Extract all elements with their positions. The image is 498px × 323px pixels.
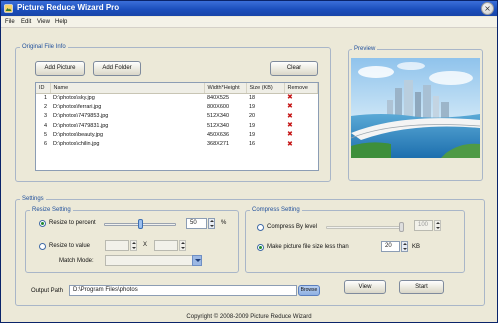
col-size[interactable]: Size (KB) [246, 83, 285, 94]
remove-x-icon[interactable]: ✖ [287, 130, 293, 138]
row-name: D:\photos\sky.jpg [53, 94, 95, 101]
row-size: 16 [249, 141, 256, 148]
remove-x-icon[interactable]: ✖ [287, 93, 293, 101]
width-input[interactable] [105, 240, 129, 251]
resize-value-label: Resize to value [49, 243, 91, 249]
table-row[interactable]: 6 D:\photos\chilin.jpg 368X271 16 ✖ [36, 139, 318, 148]
col-name[interactable]: Name [50, 83, 205, 94]
preview-image [351, 58, 480, 158]
app-window: Picture Reduce Wizard Pro × File Edit Vi… [0, 0, 498, 323]
start-button[interactable]: Start [399, 280, 444, 294]
remove-x-icon[interactable]: ✖ [287, 140, 293, 148]
compress-size-label: Make picture file size less than [267, 244, 349, 250]
row-size: 20 [249, 113, 256, 120]
x-separator: X [143, 242, 148, 248]
preview-panel: Preview [348, 46, 483, 181]
preview-label: Preview [352, 46, 378, 52]
level-input[interactable]: 100 [414, 220, 433, 231]
resize-value-radio[interactable] [39, 243, 46, 250]
size-unit: KB [412, 244, 421, 250]
compress-setting-group: Compress Setting [245, 207, 465, 273]
clear-button[interactable]: Clear [270, 61, 318, 76]
row-size: 19 [249, 122, 256, 129]
level-stepper[interactable] [434, 220, 441, 231]
table-row[interactable]: 1 D:\photos\sky.jpg 840X525 18 ✖ [36, 93, 318, 102]
row-dimensions: 800X600 [207, 103, 230, 110]
col-dimensions[interactable]: Width*Height [204, 83, 247, 94]
browse-button[interactable]: Browse [298, 285, 320, 296]
row-name: D:\photos\beauty.jpg [53, 131, 104, 138]
chevron-down-icon [195, 259, 201, 262]
width-stepper[interactable] [130, 240, 137, 251]
resize-percent-label: Resize to percent [49, 220, 96, 226]
row-name: D:\photos\chilin.jpg [53, 141, 100, 148]
settings-legend: Settings [22, 196, 44, 202]
row-name: D:\photos\ferrari.jpg [53, 103, 102, 110]
row-size: 19 [249, 103, 256, 110]
row-size: 19 [249, 131, 256, 138]
output-path-input[interactable]: D:\Program Files\photos [69, 285, 297, 296]
table-row[interactable]: 5 D:\photos\beauty.jpg 450X636 19 ✖ [36, 130, 318, 139]
level-slider-thumb[interactable] [399, 222, 404, 232]
table-row[interactable]: 4 D:\photos\7479831.jpg 512X340 19 ✖ [36, 121, 318, 130]
close-button[interactable]: × [481, 2, 494, 15]
percent-stepper[interactable] [208, 218, 215, 229]
output-path-label: Output Path [31, 288, 64, 294]
match-mode-select[interactable] [105, 255, 193, 266]
title-bar[interactable]: Picture Reduce Wizard Pro × [1, 1, 497, 16]
row-id: 1 [43, 94, 47, 101]
row-name: D:\photos\7479853.jpg [53, 113, 109, 120]
menu-help[interactable]: Help [55, 19, 67, 25]
compress-level-radio[interactable] [257, 224, 264, 231]
height-stepper[interactable] [179, 240, 186, 251]
percent-slider-thumb[interactable] [138, 219, 143, 229]
close-icon: × [484, 4, 491, 13]
col-remove[interactable]: Remove [284, 83, 318, 94]
row-dimensions: 512X340 [207, 113, 230, 120]
menu-bar: File Edit View Help [1, 17, 497, 28]
menu-view[interactable]: View [37, 19, 50, 25]
compress-level-label: Compress By level [267, 224, 318, 230]
size-stepper[interactable] [401, 241, 408, 252]
row-dimensions: 450X636 [207, 131, 230, 138]
copyright-footer: Copyright © 2008-2009 Picture Reduce Wiz… [186, 314, 312, 320]
view-button[interactable]: View [344, 280, 386, 294]
row-name: D:\photos\7479831.jpg [53, 122, 109, 129]
col-id[interactable]: ID [36, 83, 51, 94]
percent-input[interactable]: 50 [186, 218, 207, 229]
window-title: Picture Reduce Wizard Pro [17, 3, 120, 12]
row-id: 6 [43, 141, 47, 148]
match-mode-dropdown-button[interactable] [192, 255, 202, 266]
resize-percent-radio[interactable] [39, 220, 46, 227]
add-picture-button[interactable]: Add Picture [35, 61, 85, 76]
menu-edit[interactable]: Edit [21, 19, 31, 25]
file-list[interactable]: ID Name Width*Height Size (KB) Remove 1 … [35, 82, 319, 171]
remove-x-icon[interactable]: ✖ [287, 121, 293, 129]
compress-size-radio[interactable] [257, 244, 264, 251]
menu-file[interactable]: File [5, 19, 15, 25]
row-id: 2 [43, 103, 47, 110]
level-slider-track[interactable] [326, 226, 404, 229]
remove-x-icon[interactable]: ✖ [287, 102, 293, 110]
row-id: 3 [43, 113, 47, 120]
table-row[interactable]: 3 D:\photos\7479853.jpg 512X340 20 ✖ [36, 112, 318, 121]
match-mode-label: Match Mode: [59, 258, 94, 264]
row-dimensions: 840X525 [207, 94, 230, 101]
app-icon [4, 4, 13, 13]
table-row[interactable]: 2 D:\photos\ferrari.jpg 800X600 19 ✖ [36, 102, 318, 111]
row-id: 5 [43, 131, 47, 138]
resize-setting-legend: Resize Setting [32, 207, 71, 213]
remove-x-icon[interactable]: ✖ [287, 112, 293, 120]
height-input[interactable] [154, 240, 178, 251]
row-dimensions: 512X340 [207, 122, 230, 129]
row-dimensions: 368X271 [207, 141, 230, 148]
add-folder-button[interactable]: Add Folder [93, 61, 141, 76]
compress-setting-legend: Compress Setting [252, 207, 300, 213]
original-file-info-legend: Original File Info [22, 44, 66, 50]
row-id: 4 [43, 122, 47, 129]
file-table: ID Name Width*Height Size (KB) Remove 1 … [36, 83, 318, 149]
row-size: 18 [249, 94, 256, 101]
percent-unit: % [221, 220, 227, 226]
size-input[interactable]: 20 [381, 241, 400, 252]
